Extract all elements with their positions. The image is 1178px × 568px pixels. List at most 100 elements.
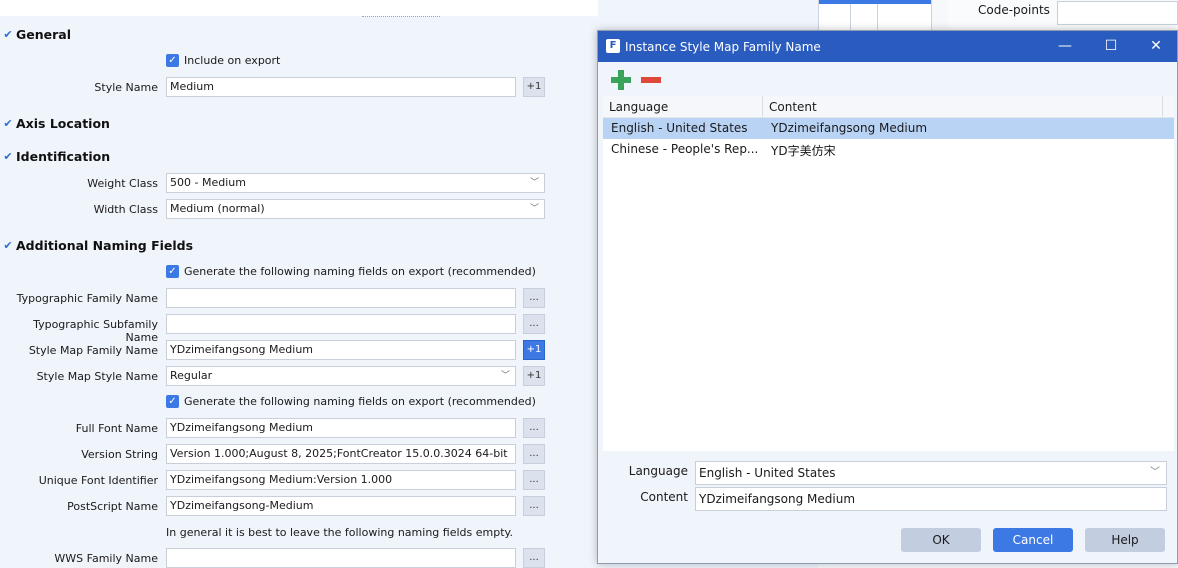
checkmark-icon: ✓	[166, 265, 179, 278]
checkbox-label: Generate the following naming fields on …	[184, 265, 536, 278]
help-button[interactable]: Help	[1085, 528, 1165, 552]
row-language: English - United States	[611, 121, 748, 135]
unique-font-identifier-field[interactable]: YDzimeifangsong Medium:Version 1.000	[166, 470, 516, 490]
full-font-name-label: Full Font Name	[75, 422, 158, 435]
codepoints-field[interactable]	[1057, 1, 1178, 25]
plus-one-button[interactable]: +1	[523, 340, 545, 360]
postscript-name-field[interactable]: YDzimeifangsong-Medium	[166, 496, 516, 516]
chevron-down-icon: ✔	[3, 116, 13, 130]
list-item[interactable]: Chinese - People's Rep... YD字美仿宋	[603, 139, 1174, 160]
naming-hint-text: In general it is best to leave the follo…	[166, 526, 513, 539]
select-value: Regular	[170, 369, 213, 382]
divider	[877, 4, 878, 30]
style-map-family-label: Style Map Family Name	[28, 344, 158, 357]
chevron-down-icon: ✔	[3, 238, 13, 252]
full-font-name-field[interactable]: YDzimeifangsong Medium	[166, 418, 516, 438]
typographic-subfamily-label: Typographic Subfamily Name	[33, 318, 158, 344]
dialog-titlebar[interactable]: F Instance Style Map Family Name — ☐ ✕	[598, 31, 1177, 62]
chevron-down-icon: ﹀	[1150, 467, 1160, 478]
select-value: Medium (normal)	[170, 202, 265, 215]
section-general[interactable]: ✔ General	[0, 24, 71, 44]
plus-one-button[interactable]: +1	[523, 77, 545, 97]
weight-class-select[interactable]: 500 - Medium ﹀	[166, 173, 545, 193]
maximize-icon[interactable]: ☐	[1088, 31, 1134, 62]
dialog-title: Instance Style Map Family Name	[625, 40, 821, 54]
section-axis-location[interactable]: ✔ Axis Location	[0, 113, 110, 133]
row-content: YDzimeifangsong Medium	[771, 121, 928, 135]
version-string-field[interactable]: Version 1.000;August 8, 2025;FontCreator…	[166, 444, 516, 464]
properties-panel: ✔ General ✓ Include on export Style Name…	[0, 0, 598, 568]
checkbox-label: Include on export	[184, 54, 281, 67]
plus-one-button[interactable]: +1	[523, 366, 545, 386]
select-value: 500 - Medium	[170, 176, 246, 189]
wws-family-field[interactable]	[166, 548, 516, 568]
typographic-family-label: Typographic Family Name	[16, 292, 158, 305]
section-title: Axis Location	[16, 115, 110, 131]
chevron-down-icon: ﹀	[529, 178, 539, 188]
generate-naming-checkbox-1[interactable]: ✓ Generate the following naming fields o…	[166, 265, 536, 278]
ellipsis-button[interactable]: ...	[523, 288, 545, 308]
chevron-down-icon: ✔	[3, 149, 13, 163]
style-name-field[interactable]: Medium	[166, 77, 516, 97]
chevron-down-icon: ﹀	[529, 204, 539, 214]
section-identification[interactable]: ✔ Identification	[0, 146, 110, 166]
ellipsis-button[interactable]: ...	[523, 444, 545, 464]
checkbox-label: Generate the following naming fields on …	[184, 395, 536, 408]
top-strip	[0, 0, 598, 16]
chevron-down-icon: ✔	[3, 27, 13, 41]
version-string-label: Version String	[81, 448, 158, 461]
language-label: Language	[628, 464, 688, 478]
tab-indicator	[819, 0, 931, 4]
content-label: Content	[640, 490, 688, 504]
list-item[interactable]: English - United States YDzimeifangsong …	[603, 118, 1174, 139]
section-title: General	[16, 26, 71, 42]
section-title: Identification	[16, 148, 111, 164]
checkmark-icon: ✓	[166, 395, 179, 408]
ellipsis-button[interactable]: ...	[523, 314, 545, 334]
column-header-language[interactable]: Language	[609, 100, 668, 114]
style-map-style-select[interactable]: Regular ﹀	[166, 366, 516, 386]
close-icon[interactable]: ✕	[1133, 31, 1178, 62]
minimize-icon[interactable]: —	[1042, 31, 1088, 62]
chevron-down-icon: ﹀	[500, 371, 510, 381]
style-map-style-label: Style Map Style Name	[36, 370, 158, 383]
row-content: YD字美仿宋	[771, 144, 836, 158]
style-map-family-dialog: F Instance Style Map Family Name — ☐ ✕ L…	[597, 30, 1178, 564]
ellipsis-button[interactable]: ...	[523, 418, 545, 438]
language-list[interactable]: Language Content English - United States…	[603, 96, 1174, 451]
typographic-family-field[interactable]	[166, 288, 516, 308]
cancel-button[interactable]: Cancel	[993, 528, 1073, 552]
codepoints-label: Code-points	[978, 3, 1050, 17]
checkmark-icon: ✓	[166, 54, 179, 67]
ellipsis-button[interactable]: ...	[523, 470, 545, 490]
divider	[850, 4, 851, 30]
content-field[interactable]: YDzimeifangsong Medium	[695, 487, 1167, 511]
column-divider	[1162, 96, 1163, 117]
column-header-content[interactable]: Content	[769, 100, 817, 114]
app-icon: F	[606, 39, 620, 53]
width-class-label: Width Class	[93, 203, 158, 216]
typographic-subfamily-field[interactable]	[166, 314, 516, 334]
postscript-name-label: PostScript Name	[67, 500, 158, 513]
section-title: Additional Naming Fields	[16, 237, 194, 253]
unique-font-identifier-label: Unique Font Identifier	[38, 474, 158, 487]
wws-family-label: WWS Family Name	[54, 552, 158, 565]
background-tab[interactable]	[818, 0, 932, 30]
splitter-grip[interactable]	[362, 16, 440, 20]
list-header: Language Content	[603, 96, 1174, 118]
ellipsis-button[interactable]: ...	[523, 548, 545, 568]
include-on-export-checkbox[interactable]: ✓ Include on export	[166, 54, 280, 67]
row-language: Chinese - People's Rep...	[611, 142, 759, 156]
style-map-family-field[interactable]: YDzimeifangsong Medium	[166, 340, 516, 360]
generate-naming-checkbox-2[interactable]: ✓ Generate the following naming fields o…	[166, 395, 536, 408]
remove-icon[interactable]	[640, 69, 662, 91]
width-class-select[interactable]: Medium (normal) ﹀	[166, 199, 545, 219]
column-divider	[762, 96, 763, 117]
ok-button[interactable]: OK	[901, 528, 981, 552]
style-name-label: Style Name	[94, 81, 158, 94]
section-additional-naming[interactable]: ✔ Additional Naming Fields	[0, 235, 193, 255]
language-select[interactable]: English - United States ﹀	[695, 461, 1167, 485]
add-icon[interactable]	[610, 69, 632, 91]
select-value: English - United States	[699, 466, 836, 480]
ellipsis-button[interactable]: ...	[523, 496, 545, 516]
